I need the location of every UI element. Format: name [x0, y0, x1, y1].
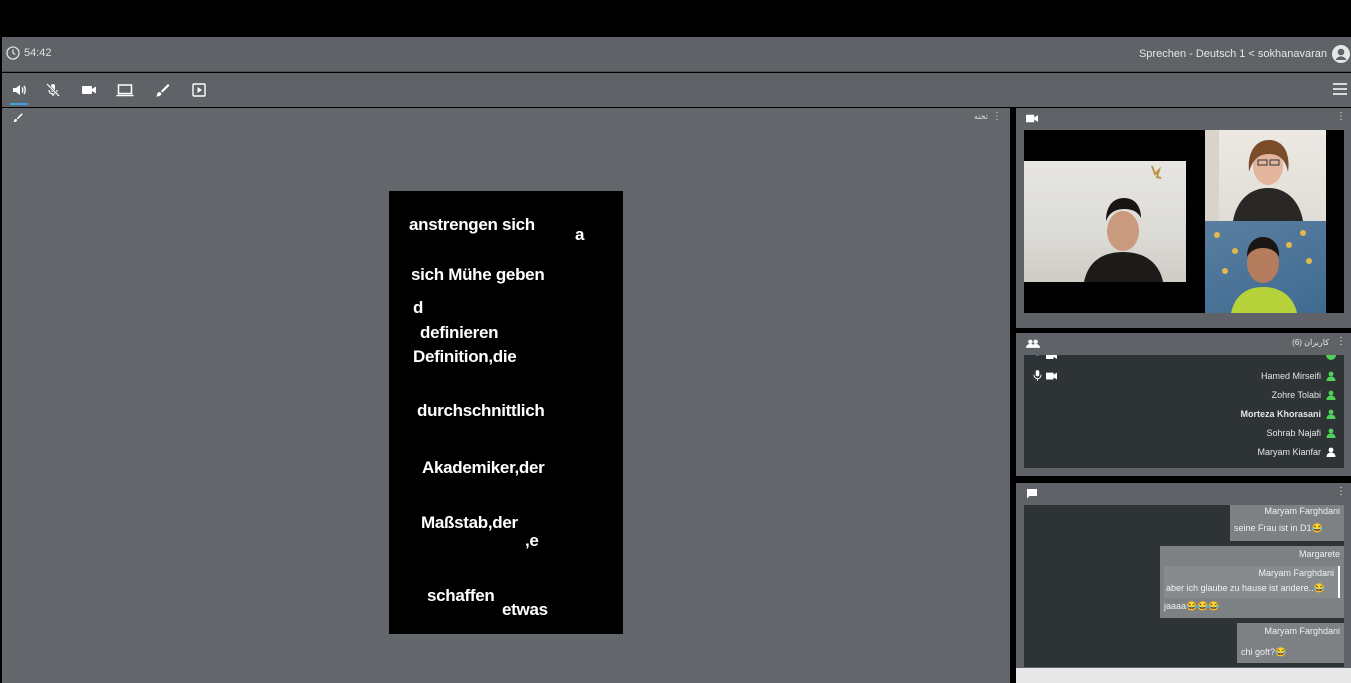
participant-video-image: [1205, 130, 1303, 221]
brush-icon[interactable]: [153, 81, 171, 99]
whiteboard-canvas[interactable]: anstrengen sich a sich Mühe geben d defi…: [389, 191, 623, 634]
chat-icon: [1027, 489, 1037, 499]
present-icon[interactable]: [190, 81, 208, 99]
user-name: Zohre Tolabi: [1271, 390, 1321, 400]
chat-messages: Maryam Farghdani seine Frau ist in D1😂 M…: [1024, 505, 1344, 667]
video-options-icon[interactable]: ⋮: [1336, 111, 1346, 122]
board-word: a: [575, 225, 585, 244]
users-options-icon[interactable]: ⋮: [1336, 336, 1346, 347]
mic-muted-icon[interactable]: [44, 81, 62, 99]
video-grid: [1024, 130, 1344, 313]
screen-share-icon[interactable]: [116, 81, 134, 99]
user-row[interactable]: Zohre Tolabi: [1272, 386, 1336, 404]
user-name: Morteza Khorasani: [1240, 409, 1321, 419]
chat-message: Maryam Farghdani seine Frau ist in D1😂: [1230, 505, 1344, 541]
user-online-icon: [1326, 390, 1336, 400]
meeting-title: Sprechen - Deutsch 1 < sokhanavaran: [1138, 48, 1327, 60]
board-word: durchschnittlich: [417, 401, 545, 420]
hamburger-menu-icon[interactable]: [1333, 83, 1347, 95]
webcam-icon: [1046, 355, 1057, 359]
timer-text: 54:42: [24, 47, 52, 59]
clock-icon: [6, 46, 20, 60]
whiteboard-label: تخته: [973, 112, 988, 121]
board-word: Akademiker,der: [422, 458, 545, 477]
user-account-icon[interactable]: [1331, 44, 1351, 64]
board-word: ,e: [525, 531, 539, 550]
chat-text: seine Frau ist in D1😂: [1234, 523, 1323, 533]
chat-text: chi goft?😂: [1241, 647, 1287, 657]
user-row[interactable]: Maryam Kianfar: [1257, 443, 1336, 461]
user-online-icon: [1326, 371, 1336, 381]
session-timer: 54:42: [6, 46, 52, 60]
board-word: anstrengen sich: [409, 215, 535, 234]
participant-video-image: [1084, 165, 1163, 282]
video-tile[interactable]: [1205, 130, 1326, 221]
users-list: Hamed Mirseifi Zohre Tolabi Morteza Khor…: [1024, 355, 1344, 468]
video-tile[interactable]: [1024, 161, 1186, 282]
video-panel: ⋮: [1016, 108, 1351, 328]
top-black-bar: [0, 0, 1351, 37]
whiteboard-header: تخته ⋮: [2, 108, 1010, 126]
user-row[interactable]: Morteza Khorasani: [1240, 405, 1336, 423]
chat-panel: ⋮ Maryam Farghdani seine Frau ist in D1😂…: [1016, 483, 1351, 683]
chat-sender: Margarete: [1298, 549, 1340, 559]
user-icon: [1326, 447, 1336, 457]
user-row[interactable]: Hamed Mirseifi: [1261, 367, 1336, 385]
quote-text: aber ich glaube zu hause ist andere..😂: [1166, 583, 1325, 593]
toolbar: [2, 73, 1351, 107]
chat-sender: Maryam Farghdani: [1264, 506, 1340, 516]
quote-sender: Maryam Farghdani: [1258, 568, 1334, 578]
whiteboard-options-icon[interactable]: ⋮: [992, 111, 1002, 122]
video-tile[interactable]: [1205, 221, 1326, 313]
camera-icon[interactable]: [80, 81, 98, 99]
mic-icon: [1036, 355, 1039, 356]
video-panel-header: ⋮: [1016, 108, 1351, 128]
board-word: definieren: [420, 323, 499, 342]
users-list-clipped-row: [1216, 355, 1336, 361]
chat-message: Maryam Farghdani chi goft?😂: [1237, 623, 1344, 663]
pen-icon[interactable]: [12, 112, 23, 123]
webcam-icon: [1046, 372, 1057, 380]
chat-panel-header: ⋮: [1016, 483, 1351, 503]
whiteboard-panel: تخته ⋮ anstrengen sich a sich Mühe geben…: [2, 108, 1010, 683]
users-count-label: کاربران (6): [1292, 338, 1329, 347]
chat-message: Margarete Maryam Farghdani aber ich glau…: [1160, 546, 1344, 618]
chat-text: jaaaa😂😂😂: [1164, 601, 1220, 611]
board-word: schaffen: [427, 586, 495, 605]
user-name: Maryam Kianfar: [1257, 447, 1321, 457]
board-word: Maßstab,der: [421, 513, 518, 532]
mic-icon: [1033, 370, 1042, 381]
chat-sender: Maryam Farghdani: [1264, 626, 1340, 636]
chat-quote: Maryam Farghdani aber ich glaube zu haus…: [1164, 566, 1340, 598]
users-group-icon: [1026, 339, 1040, 348]
participant-video-image: [1214, 230, 1312, 313]
app-header: 54:42 Sprechen - Deutsch 1 < sokhanavara…: [2, 37, 1351, 72]
board-word: Definition,die: [413, 347, 517, 366]
chat-options-icon[interactable]: ⋮: [1336, 486, 1346, 497]
user-name: Hamed Mirseifi: [1260, 371, 1321, 381]
user-name: Sohrab Najafi: [1266, 428, 1321, 438]
users-panel-header: کاربران (6) ⋮: [1016, 333, 1351, 353]
board-word: sich Mühe geben: [411, 265, 545, 284]
user-online-icon: [1326, 428, 1336, 438]
user-row[interactable]: Sohrab Najafi: [1266, 424, 1336, 442]
users-panel: کاربران (6) ⋮ Hamed Mirseifi Zohre Tolab…: [1016, 333, 1351, 476]
chat-input-bar[interactable]: [1016, 668, 1351, 683]
speaker-icon[interactable]: [10, 81, 28, 105]
user-online-icon: [1326, 409, 1336, 419]
video-camera-icon: [1026, 114, 1038, 123]
board-word: d: [413, 298, 424, 317]
board-word: etwas: [502, 600, 548, 619]
